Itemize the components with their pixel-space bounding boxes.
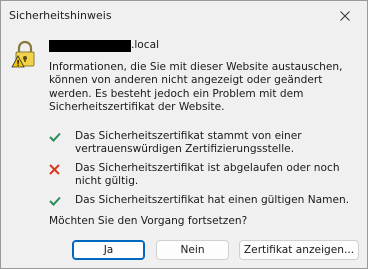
continue-question: Möchten Sie den Vorgang fortsetzen? xyxy=(49,215,248,227)
yes-button[interactable]: Ja xyxy=(72,240,145,260)
no-button[interactable]: Nein xyxy=(156,240,229,260)
red-x-icon xyxy=(49,164,60,175)
check-item-label: Das Sicherheitszertifikat stammt von ein… xyxy=(75,130,302,156)
check-item-label: Das Sicherheitszertifikat ist abgelaufen… xyxy=(75,162,340,188)
window-title: Sicherheitshinweis xyxy=(9,9,112,22)
green-check-icon xyxy=(49,132,61,142)
intro-message: Informationen, die Sie mit dieser Websit… xyxy=(49,61,343,114)
redacted-hostname xyxy=(49,40,131,52)
security-alert-dialog: Sicherheitshinweis .local Informationen,… xyxy=(0,0,368,269)
close-icon xyxy=(340,11,350,21)
title-bar: Sicherheitshinweis xyxy=(1,1,367,34)
padlock-warning-icon xyxy=(11,40,35,68)
host-domain-suffix: .local xyxy=(131,39,160,51)
close-button[interactable] xyxy=(323,1,367,31)
view-certificate-button[interactable]: Zertifikat anzeigen... xyxy=(239,240,359,260)
green-check-icon xyxy=(49,196,61,206)
check-item-label: Das Sicherheitszertifikat hat einen gült… xyxy=(75,194,350,206)
